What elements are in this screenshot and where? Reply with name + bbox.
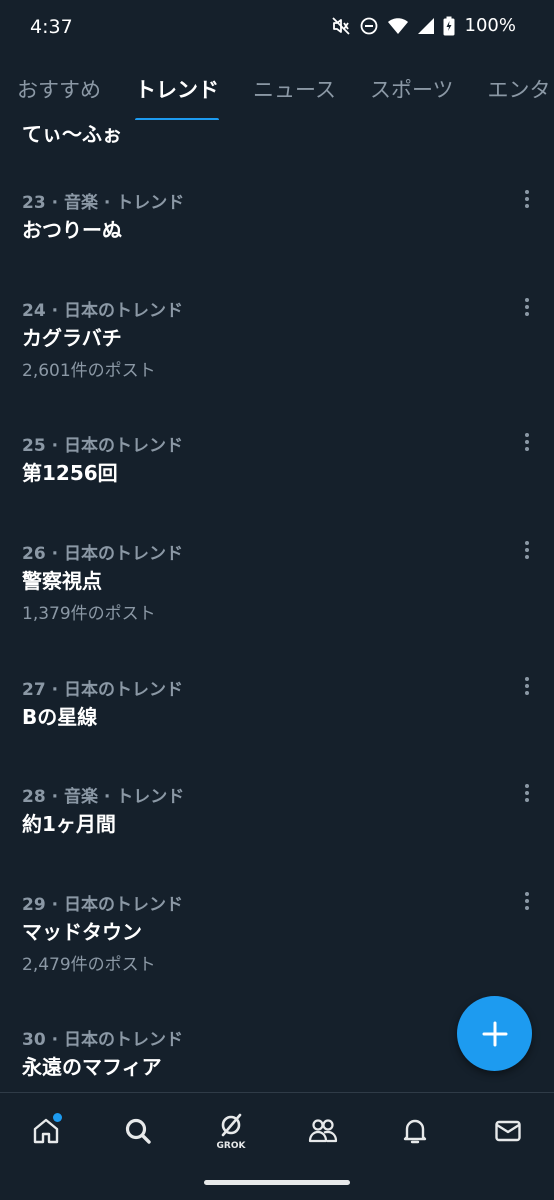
trend-title: 永遠のマフィア xyxy=(22,1055,162,1079)
tab-recommended[interactable]: おすすめ xyxy=(0,68,118,120)
nav-search[interactable] xyxy=(118,1111,158,1151)
more-options-icon[interactable] xyxy=(518,296,536,318)
screen: 4:37 100% おすすめ トレンド ニュース スポーツ エンタ てぃ〜ふぉ … xyxy=(0,0,554,1200)
trend-title: カグラバチ xyxy=(22,326,122,350)
trend-title: おつりーぬ xyxy=(22,218,122,242)
trend-post-count: 1,379件のポスト xyxy=(22,604,156,624)
trend-meta: 28 · 音楽 · トレンド xyxy=(22,787,185,807)
more-options-icon[interactable] xyxy=(518,539,536,561)
tab-sports[interactable]: スポーツ xyxy=(353,68,471,120)
notification-dot xyxy=(53,1113,62,1122)
grok-icon xyxy=(221,1113,242,1137)
tab-label: エンタ xyxy=(487,78,551,102)
battery-level: 100% xyxy=(464,15,516,36)
trend-meta: 27 · 日本のトレンド xyxy=(22,680,183,700)
status-bar: 4:37 100% xyxy=(0,0,554,56)
bell-icon xyxy=(403,1119,427,1144)
more-options-icon[interactable] xyxy=(518,188,536,210)
trend-meta: 25 · 日本のトレンド xyxy=(22,436,183,456)
wifi-icon xyxy=(387,17,409,35)
more-options-icon[interactable] xyxy=(518,675,536,697)
tab-label: ニュース xyxy=(253,78,336,102)
communities-icon xyxy=(308,1119,338,1143)
battery-icon xyxy=(443,16,455,36)
nav-grok[interactable]: GROK xyxy=(211,1111,251,1151)
trend-title: 警察視点 xyxy=(22,569,102,593)
dnd-icon xyxy=(359,16,379,36)
more-options-icon[interactable] xyxy=(518,782,536,804)
tab-news[interactable]: ニュース xyxy=(236,68,353,120)
grok-label: GROK xyxy=(216,1141,246,1151)
home-indicator[interactable] xyxy=(204,1180,350,1185)
compose-post-button[interactable] xyxy=(457,996,532,1071)
nav-notifications[interactable] xyxy=(395,1111,435,1151)
tab-entertainment[interactable]: エンタ xyxy=(471,68,554,120)
trend-title: 第1256回 xyxy=(22,461,118,485)
trend-meta: 26 · 日本のトレンド xyxy=(22,544,183,564)
more-options-icon[interactable] xyxy=(518,890,536,912)
tab-label: おすすめ xyxy=(17,78,101,102)
more-options-icon[interactable] xyxy=(518,431,536,453)
search-icon xyxy=(125,1118,151,1144)
trend-post-count: 2,479件のポスト xyxy=(22,955,156,975)
nav-messages[interactable] xyxy=(488,1111,528,1151)
signal-icon xyxy=(417,17,435,35)
nav-communities[interactable] xyxy=(303,1111,343,1151)
trend-title: Bの星線 xyxy=(22,705,98,729)
status-time: 4:37 xyxy=(30,16,73,38)
tab-label: スポーツ xyxy=(369,78,454,102)
trend-title: マッドタウン xyxy=(22,920,142,944)
explore-tabs: おすすめ トレンド ニュース スポーツ エンタ xyxy=(0,68,554,120)
plus-icon xyxy=(482,1021,507,1046)
trend-meta: 24 · 日本のトレンド xyxy=(22,301,183,321)
nav-home[interactable] xyxy=(26,1111,66,1151)
mail-icon xyxy=(495,1120,521,1142)
trend-list: てぃ〜ふぉ 23 · 音楽 · トレンド おつりーぬ 24 · 日本のトレンド … xyxy=(0,120,554,1092)
mute-icon xyxy=(331,16,351,36)
trend-meta: 23 · 音楽 · トレンド xyxy=(22,193,185,213)
tab-label: トレンド xyxy=(135,78,219,102)
trend-title: 約1ヶ月間 xyxy=(22,812,116,836)
trend-post-count: 2,601件のポスト xyxy=(22,361,156,381)
trend-meta: 29 · 日本のトレンド xyxy=(22,895,183,915)
status-icons: 100% xyxy=(331,15,516,36)
trend-meta: 30 · 日本のトレンド xyxy=(22,1030,183,1050)
tab-trending[interactable]: トレンド xyxy=(118,68,236,120)
partial-trend-title[interactable]: てぃ〜ふぉ xyxy=(22,120,122,147)
